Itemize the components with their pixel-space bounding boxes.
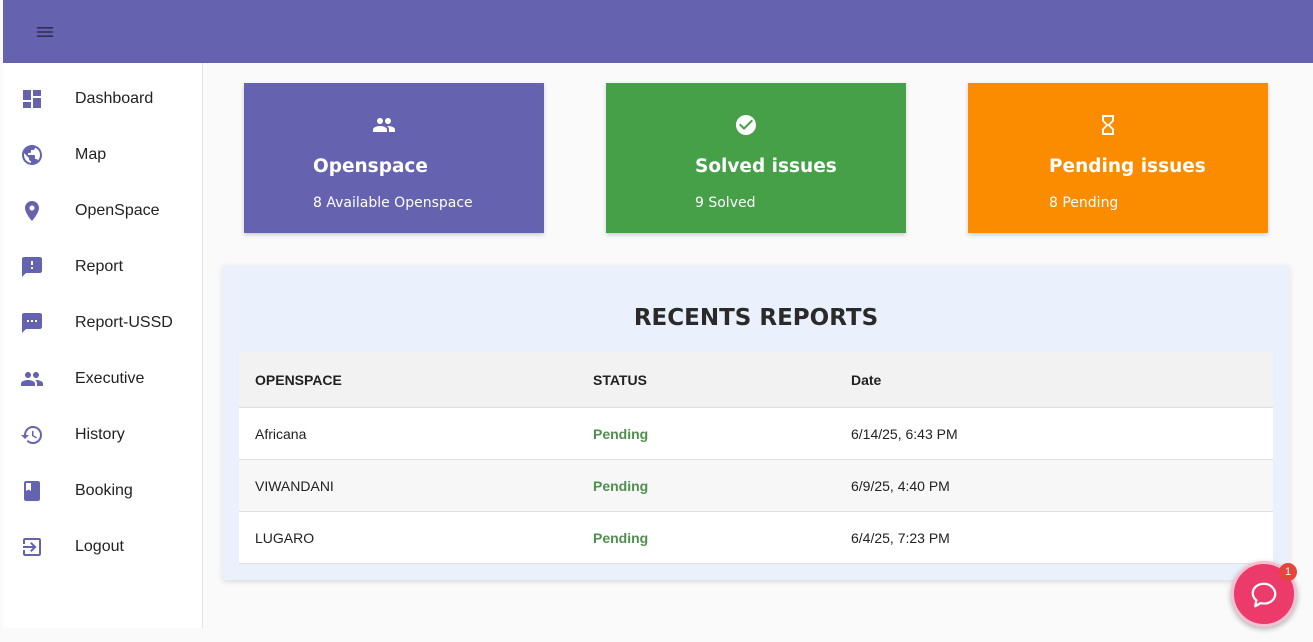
people-icon (20, 367, 44, 391)
recent-reports-panel: RECENTS REPORTS OPENSPACE STATUS Date Af… (223, 265, 1289, 580)
status-cell: Pending (593, 425, 649, 442)
sidebar-item-label: Booking (75, 482, 133, 499)
sidebar: Dashboard Map OpenSpace Report Report-US… (3, 63, 203, 628)
column-header-date[interactable]: Date (851, 352, 881, 407)
top-app-bar (3, 0, 1313, 63)
sidebar-item-history[interactable]: History (3, 407, 202, 463)
date-cell: 6/9/25, 4:40 PM (851, 477, 950, 494)
logout-icon (20, 535, 44, 559)
sms-icon (20, 311, 44, 335)
chat-bubble-icon (1251, 582, 1277, 608)
pending-issues-card[interactable]: Pending issues 8 Pending (968, 83, 1268, 233)
table-row[interactable]: VIWANDANI Pending 6/9/25, 4:40 PM (239, 460, 1273, 512)
sidebar-item-report-ussd[interactable]: Report-USSD (3, 295, 202, 351)
table-row[interactable]: LUGARO Pending 6/4/25, 7:23 PM (239, 512, 1273, 564)
sidebar-item-label: Logout (75, 538, 124, 555)
sidebar-item-report[interactable]: Report (3, 239, 202, 295)
sidebar-item-label: Dashboard (75, 90, 154, 107)
table-row[interactable]: Africana Pending 6/14/25, 6:43 PM (239, 408, 1273, 460)
card-subtitle: 8 Available Openspace (313, 195, 473, 211)
people-icon (372, 113, 396, 137)
sidebar-item-executive[interactable]: Executive (3, 351, 202, 407)
openspace-cell: VIWANDANI (255, 477, 334, 494)
panel-title: RECENTS REPORTS (633, 305, 879, 331)
card-title: Openspace (313, 156, 428, 177)
column-header-openspace[interactable]: OPENSPACE (255, 352, 342, 407)
history-icon (20, 423, 44, 447)
sidebar-item-label: Report-USSD (75, 314, 173, 331)
globe-icon (20, 143, 44, 167)
sidebar-item-label: Report (75, 258, 124, 275)
sidebar-item-booking[interactable]: Booking (3, 463, 202, 519)
hamburger-menu-icon (37, 27, 53, 37)
report-icon (20, 255, 44, 279)
table-header: OPENSPACE STATUS Date (239, 352, 1273, 408)
check-circle-icon (734, 113, 758, 137)
dashboard-icon (20, 87, 44, 111)
solved-issues-card[interactable]: Solved issues 9 Solved (606, 83, 906, 233)
column-header-status[interactable]: STATUS (593, 352, 647, 407)
sidebar-item-label: History (75, 426, 125, 443)
sidebar-item-map[interactable]: Map (3, 127, 202, 183)
date-cell: 6/4/25, 7:23 PM (851, 529, 950, 546)
menu-button[interactable] (31, 20, 59, 44)
sidebar-item-label: Map (75, 146, 107, 163)
card-title: Solved issues (695, 156, 837, 177)
openspace-card[interactable]: Openspace 8 Available Openspace (244, 83, 544, 233)
reports-table: OPENSPACE STATUS Date Africana Pending 6… (239, 352, 1273, 564)
card-title: Pending issues (1049, 156, 1206, 177)
card-subtitle: 9 Solved (695, 195, 756, 211)
notification-badge: 1 (1279, 563, 1297, 581)
status-cell: Pending (593, 529, 649, 546)
sidebar-item-label: OpenSpace (75, 202, 160, 219)
sidebar-item-label: Executive (75, 370, 145, 387)
sidebar-item-dashboard[interactable]: Dashboard (3, 71, 202, 127)
status-cell: Pending (593, 477, 649, 494)
openspace-cell: Africana (255, 425, 307, 442)
card-subtitle: 8 Pending (1049, 195, 1119, 211)
sidebar-item-logout[interactable]: Logout (3, 519, 202, 575)
date-cell: 6/14/25, 6:43 PM (851, 425, 958, 442)
sidebar-item-openspace[interactable]: OpenSpace (3, 183, 202, 239)
book-icon (20, 479, 44, 503)
hourglass-icon (1096, 113, 1120, 137)
openspace-cell: LUGARO (255, 529, 315, 546)
location-pin-icon (20, 199, 44, 223)
